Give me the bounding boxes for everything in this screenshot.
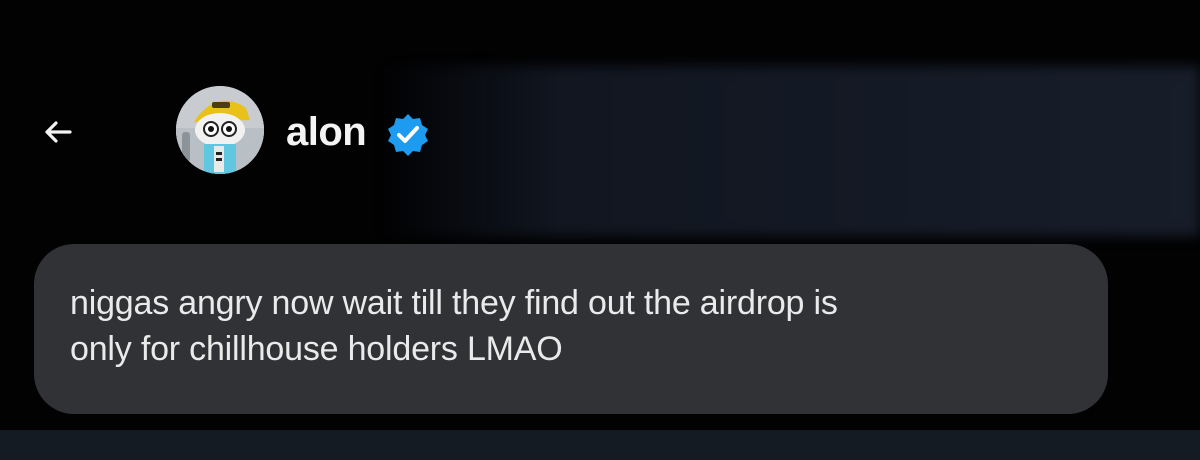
avatar[interactable] (176, 86, 264, 174)
dm-screen: alon niggas angry now wait till they fin… (0, 0, 1200, 460)
arrow-left-icon (45, 121, 72, 143)
verified-badge-icon (388, 114, 428, 156)
message-line-1: niggas angry now wait till they find out… (70, 284, 838, 322)
username[interactable]: alon (286, 104, 367, 160)
back-button[interactable] (30, 104, 86, 160)
message-line-2: only for chillhouse holders LMAO (70, 330, 563, 368)
composer-area (0, 430, 1200, 460)
conversation-header: alon (0, 80, 1200, 180)
avatar-character-icon (176, 86, 264, 174)
message-text: niggas angry now wait till they find out… (70, 280, 1080, 372)
